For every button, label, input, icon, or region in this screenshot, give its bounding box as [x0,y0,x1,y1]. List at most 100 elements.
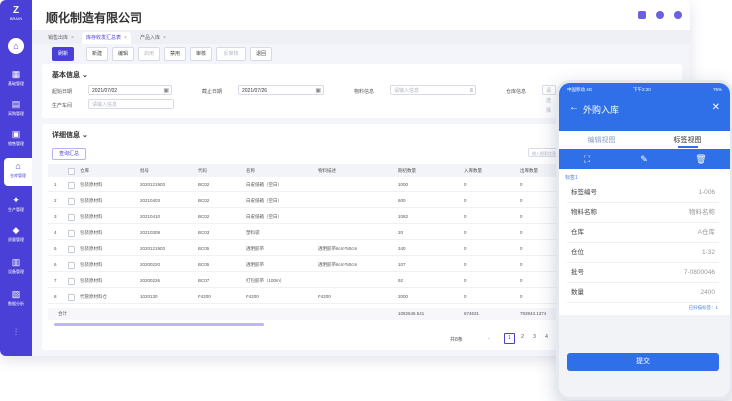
field-tag-number: 标签编号 1-006 [567,183,719,203]
summary-button[interactable]: 查询汇总 [52,148,86,160]
row-index: 3 [54,214,57,219]
table-cell: 0 [520,182,523,187]
user-icon[interactable] [656,11,664,19]
row-checkbox[interactable] [68,230,75,237]
table-cell: BC02 [198,214,210,219]
refresh-button[interactable]: 刷新 [52,47,74,61]
table-cell: 0 [520,246,523,251]
page-4[interactable]: 4 [542,333,551,342]
select-all-checkbox[interactable] [68,168,75,175]
sidebar-item-settings[interactable]: ⫶ [0,324,32,352]
field-batch: 批号 7-0800046 [567,263,719,283]
table-cell: 1000 [398,182,409,187]
new-button[interactable]: 新建 [86,47,108,61]
row-checkbox[interactable] [68,182,75,189]
chevron-down-icon[interactable]: ⌄ [82,72,88,79]
tab-product-in[interactable]: 产品入库 × [136,32,170,44]
tab-inventory-summary[interactable]: 库存收发汇总表 × [82,32,131,44]
sidebar-item-production[interactable]: ✦ 生产管理 [0,192,32,220]
table-cell: 107 [398,262,406,267]
end-date-input[interactable]: 2021/07/26 ▣ [238,85,324,95]
submit-button[interactable]: 提交 [567,353,719,371]
close-icon[interactable]: × [163,35,166,41]
back-arrow-icon[interactable]: ← [569,102,579,113]
edit-button[interactable]: 编辑 [112,47,134,61]
row-checkbox[interactable] [68,262,75,269]
horizontal-scrollbar[interactable] [54,323,264,326]
delete-icon[interactable]: 🗑 [695,153,707,165]
producer-label: 生产车间 [52,103,73,109]
tag-label: 标签1 [565,175,578,181]
sidebar-item-analysis[interactable]: ▧ 数据分析 [0,286,32,314]
table-cell: 20 [398,230,404,235]
battery-text: 75% [712,87,722,92]
producer-input[interactable]: 请输入信息 [88,99,174,109]
col-warehouse: 仓库 [80,168,89,173]
chevron-down-icon[interactable]: ⌄ [82,132,88,139]
table-cell: 2020121903 [140,246,166,251]
row-checkbox[interactable] [68,278,75,285]
row-checkbox[interactable] [68,246,75,253]
close-icon[interactable]: ✕ [712,102,720,113]
start-date-input[interactable]: 2021/07/02 ▣ [88,85,172,95]
table-cell: 92 [398,278,404,283]
list-icon: ≡ [469,88,473,94]
audit-button[interactable]: 审核 [190,47,212,61]
row-checkbox[interactable] [68,294,75,301]
row-checkbox[interactable] [68,198,75,205]
total-out: 793943.1374 [520,311,547,316]
table-search-input[interactable]: 输入搜索信息 [528,148,558,157]
row-index: 5 [54,246,57,251]
table-cell: 透明胶带6cm*50cm [318,246,358,251]
table-cell: 340 [398,246,406,251]
table-cell: 0 [464,230,467,235]
home-icon: ⌂ [8,38,24,54]
return-button[interactable]: 退回 [250,47,272,61]
sidebar-item-home[interactable]: ⌂ [0,34,32,62]
message-icon[interactable] [638,11,646,19]
table-cell: 透明胶带 [246,246,264,251]
disable-button[interactable]: 禁用 [164,47,186,61]
page-3[interactable]: 3 [530,333,539,342]
calendar-icon: ▣ [315,88,321,94]
pager-total: 共8条 [450,337,463,343]
close-icon[interactable]: × [71,35,74,41]
material-label: 物料信息 [354,89,375,95]
scanned-count-link[interactable]: 已扫描标签：1 [688,305,718,311]
top-bar: 顺化制造有限公司 [32,0,690,30]
row-checkbox[interactable] [68,214,75,221]
sidebar-item-sales[interactable]: ▣ 销售管理 [0,126,32,154]
total-label: 合计 [58,311,67,316]
tab-sales-out[interactable]: 销售出库 × [44,32,78,44]
table-cell: 20210410 [140,214,161,219]
edit-icon[interactable]: ✎ [638,153,650,165]
table-cell: 20210403 [140,198,161,203]
page-2[interactable]: 2 [518,333,527,342]
table-cell: BC05 [198,246,210,251]
unaudit-button[interactable]: 反审核 [216,47,246,61]
prev-page-icon[interactable]: ‹ [488,336,490,342]
material-input[interactable]: 请输入信息 ≡ [390,85,476,95]
col-opening: 期初数量 [398,168,416,173]
scan-icon[interactable]: ⛶ [581,153,593,165]
sidebar-item-basic[interactable]: ▦ 基础管理 [0,66,32,94]
row-index: 2 [54,198,57,203]
enable-button[interactable]: 启用 [138,47,160,61]
sidebar-item-quality[interactable]: ◆ 质量管理 [0,222,32,250]
tab-edit-view[interactable]: 编辑视图 [559,135,644,145]
phone-toolbar: ⛶ ✎ 🗑 [559,149,730,169]
close-icon[interactable]: × [124,35,127,41]
sidebar-item-equipment[interactable]: ▥ 设备管理 [0,254,32,282]
warehouse-input[interactable]: 请选择 [542,85,556,114]
table-cell: BC07 [198,278,210,283]
phone-header: 中国移动 4G 下午2:20 75% ← 外购入库 ✕ [559,83,730,131]
col-out: 出库数量 [520,168,538,173]
doc-icon: ▤ [11,99,21,109]
tab-label-view[interactable]: 标签视图 [645,135,730,145]
table-cell: 包装原材料 [80,182,103,187]
sidebar-item-purchase[interactable]: ▤ 采购管理 [0,96,32,124]
sidebar-item-warehouse[interactable]: ⌂ 仓库管理 [4,158,32,186]
tab-strip: 销售出库 × 库存收发汇总表 × 产品入库 × [32,30,690,44]
page-1[interactable]: 1 [504,333,515,344]
gear-icon[interactable] [674,11,682,19]
